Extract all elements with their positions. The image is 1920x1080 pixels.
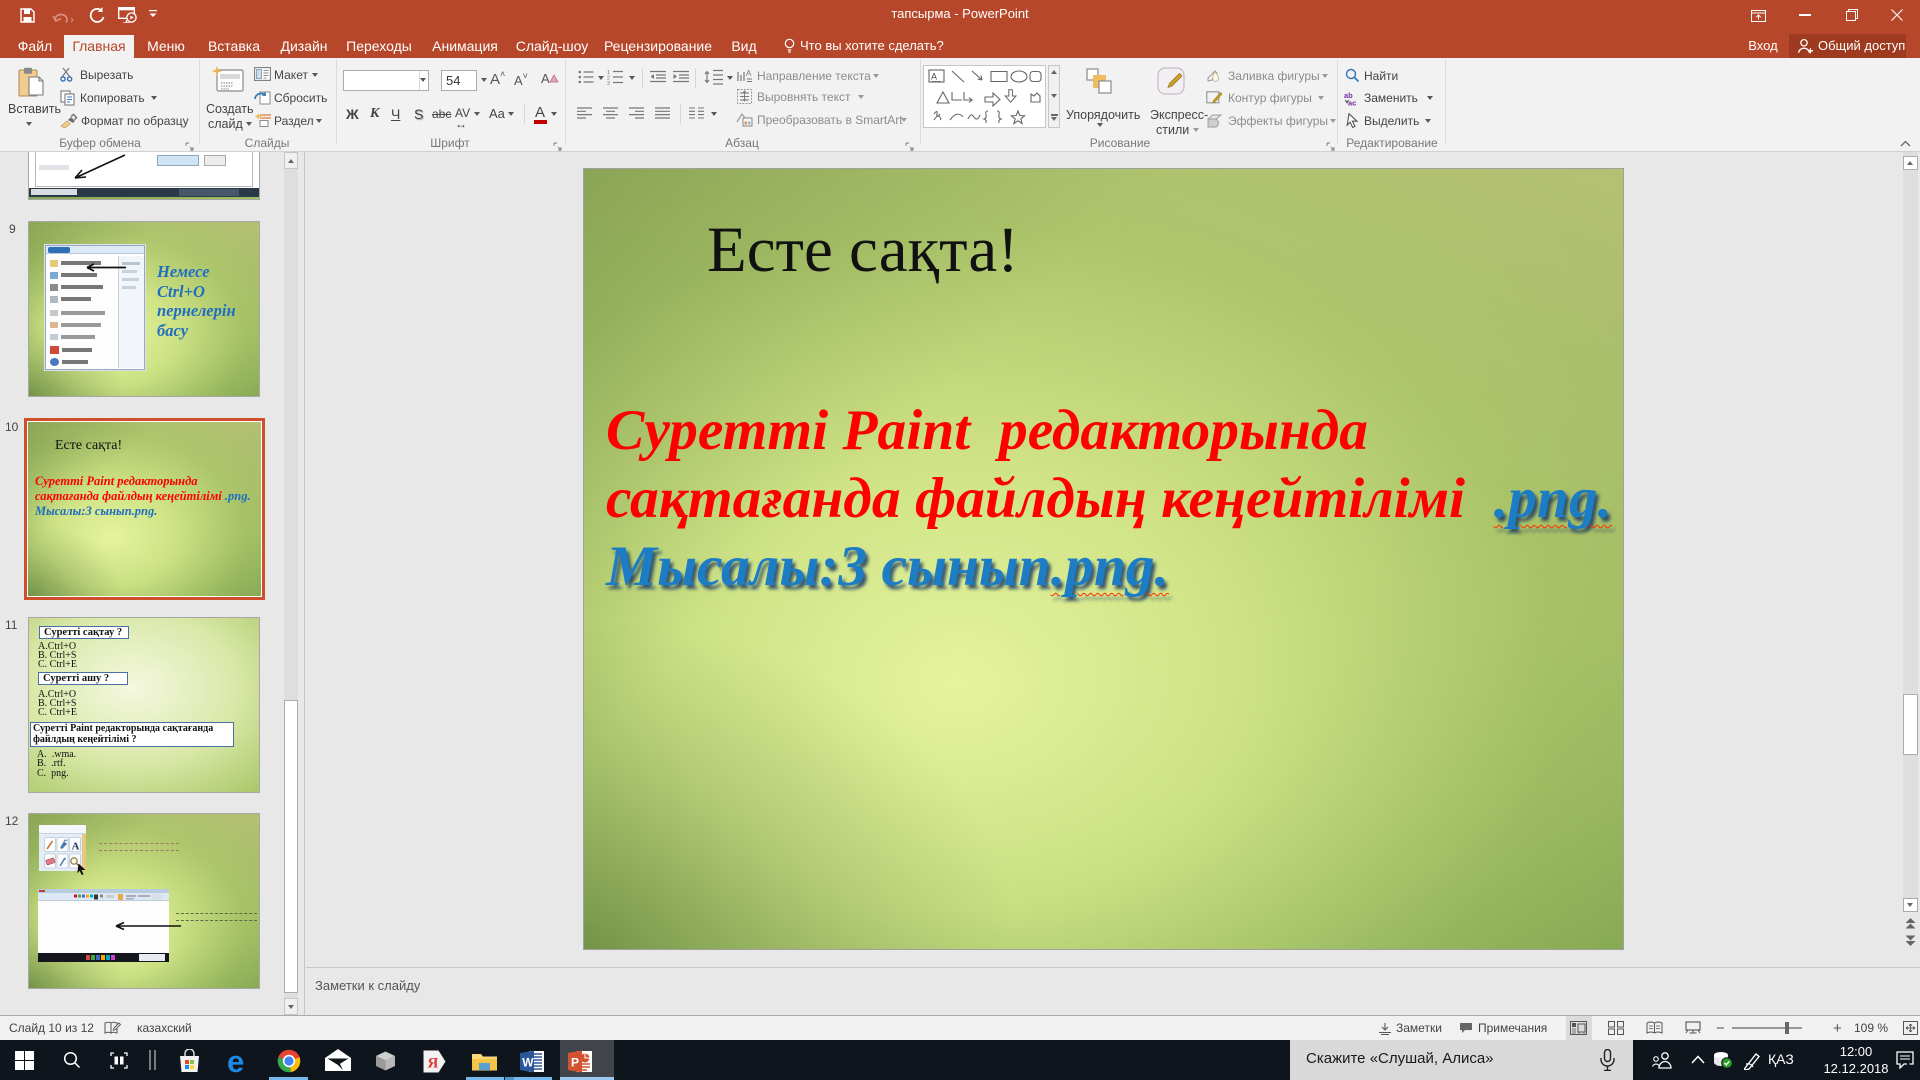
svg-text:A: A [541, 71, 550, 86]
svg-text:A: A [931, 72, 937, 82]
svg-text:P: P [571, 1056, 579, 1070]
svg-text:3: 3 [607, 81, 610, 85]
svg-text:Я: Я [428, 1056, 439, 1072]
svg-text:W: W [522, 1056, 534, 1070]
svg-text:ac: ac [1348, 99, 1356, 107]
svg-text:e: e [227, 1047, 244, 1075]
svg-text:А: А [746, 69, 752, 78]
svg-text:A: A [72, 841, 80, 853]
